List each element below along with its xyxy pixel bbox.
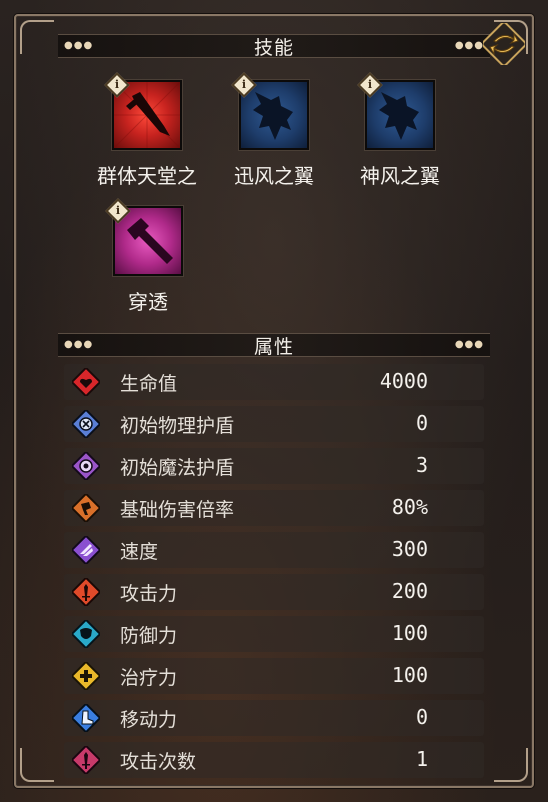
unit-info-panel: ●●● 技能 ●●● i 群体天堂之 i 迅风之翼 i 神风之翼 i 穿透 ●●… [0, 0, 548, 802]
attribute-row: 生命值 4000 [64, 364, 484, 400]
skill-slot[interactable]: i 穿透 [88, 198, 208, 315]
frame-corner [494, 748, 528, 782]
attack-sword-icon [72, 578, 100, 606]
ornament-dots-icon: ●●● [454, 40, 484, 51]
ornament-dots-icon: ●●● [64, 339, 94, 350]
attribute-name: 防御力 [120, 625, 178, 647]
skill-icon-frame: i [231, 72, 309, 150]
attribute-row: 防御力 100 [64, 616, 484, 652]
attribute-value: 0 [415, 411, 428, 435]
attribute-value: 100 [391, 621, 428, 645]
swap-button[interactable] [482, 22, 526, 66]
heart-icon [72, 368, 100, 396]
magic-shield-icon [72, 452, 100, 480]
attribute-name: 速度 [120, 541, 159, 563]
skill-name: 穿透 [128, 290, 168, 314]
attribute-name: 初始魔法护盾 [120, 457, 235, 479]
heal-cross-icon [72, 662, 100, 690]
skill-icon-frame: i [357, 72, 435, 150]
skill-slot[interactable]: i 群体天堂之 [87, 72, 207, 189]
attribute-name: 生命值 [120, 373, 178, 395]
attribute-value: 200 [391, 579, 428, 603]
skills-title: 技能 [253, 36, 294, 59]
attribute-row: 攻击力 200 [64, 574, 484, 610]
attribute-value: 1 [415, 747, 428, 771]
attribute-name: 移动力 [120, 709, 178, 731]
frame-corner [20, 748, 54, 782]
skill-icon-frame: i [104, 72, 182, 150]
attributes-title: 属性 [253, 335, 294, 358]
attribute-value: 3 [415, 453, 428, 477]
speed-wing-icon [72, 536, 100, 564]
attribute-row: 攻击次数 1 [64, 742, 484, 778]
skills-section-header: ●●● 技能 ●●● [58, 34, 490, 59]
attribute-name: 攻击次数 [120, 751, 197, 773]
attribute-name: 初始物理护盾 [120, 415, 235, 437]
defense-icon [72, 620, 100, 648]
attribute-value: 80% [391, 495, 428, 519]
boot-icon [72, 704, 100, 732]
attribute-name: 基础伤害倍率 [120, 499, 235, 521]
attribute-row: 初始魔法护盾 3 [64, 448, 484, 484]
ornament-dots-icon: ●●● [454, 339, 484, 350]
attribute-value: 300 [391, 537, 428, 561]
frame-corner [20, 20, 54, 54]
skill-slot[interactable]: i 迅风之翼 [214, 72, 334, 189]
attack-count-icon [72, 746, 100, 774]
damage-rate-icon [72, 494, 100, 522]
skill-slot[interactable]: i 神风之翼 [340, 72, 460, 189]
attribute-value: 0 [415, 705, 428, 729]
skill-icon-frame: i [105, 198, 183, 276]
attribute-row: 基础伤害倍率 80% [64, 490, 484, 526]
attribute-value: 4000 [379, 369, 428, 393]
attributes-section-header: ●●● 属性 ●●● [58, 333, 490, 358]
attribute-row: 治疗力 100 [64, 658, 484, 694]
attribute-name: 攻击力 [120, 583, 178, 605]
attribute-value: 100 [391, 663, 428, 687]
attribute-row: 速度 300 [64, 532, 484, 568]
swap-arrows-icon [483, 23, 525, 65]
skill-name: 迅风之翼 [234, 164, 314, 188]
ornament-dots-icon: ●●● [64, 40, 94, 51]
attribute-name: 治疗力 [120, 667, 178, 689]
attribute-row: 初始物理护盾 0 [64, 406, 484, 442]
skill-name: 神风之翼 [360, 164, 440, 188]
attribute-row: 移动力 0 [64, 700, 484, 736]
physical-shield-icon [72, 410, 100, 438]
skill-name: 群体天堂之 [97, 164, 197, 188]
